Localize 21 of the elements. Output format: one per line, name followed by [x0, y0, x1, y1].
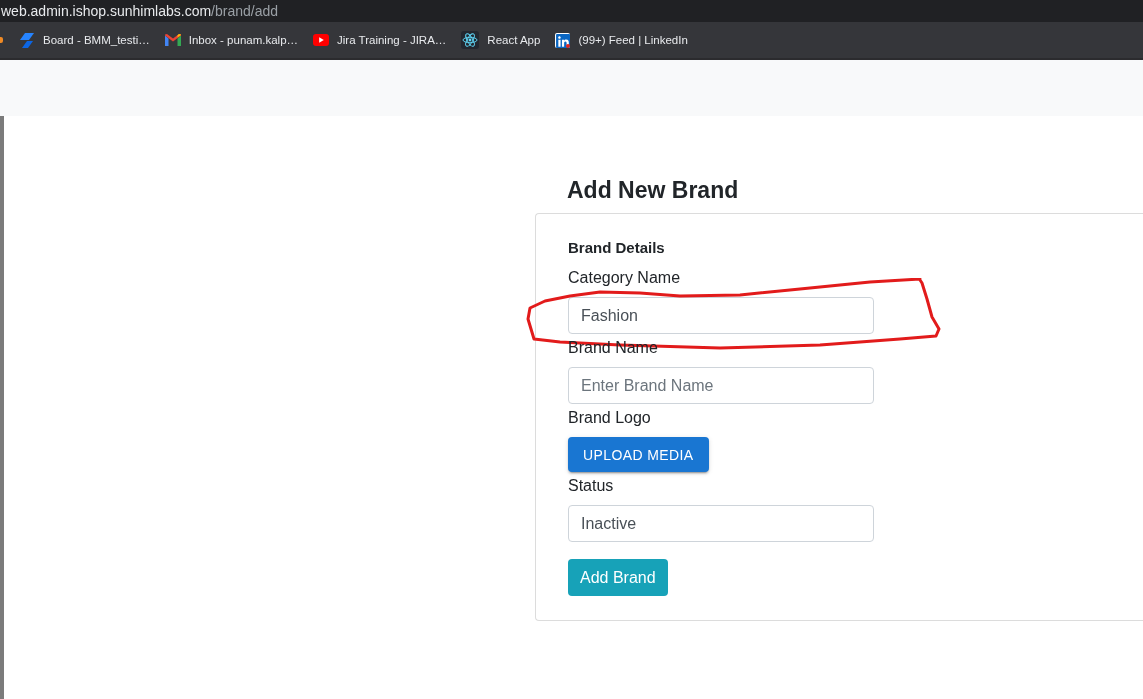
bookmark-link[interactable]: React App: [461, 27, 541, 53]
input-field[interactable]: Fashion: [568, 297, 874, 334]
bookmark-link[interactable]: Jira Training - JIRA…: [313, 27, 447, 53]
in-logo-icon: [555, 32, 571, 48]
field-label: Status: [568, 476, 614, 496]
atom-icon: [461, 31, 480, 49]
mail-icon: [164, 34, 181, 46]
field-label: Brand Logo: [568, 408, 651, 428]
upload-media-button[interactable]: UPLOAD MEDIA: [568, 437, 709, 472]
slanted-bars-icon: [19, 32, 35, 48]
section-title: Brand Details: [568, 238, 665, 258]
bookmark-link[interactable]: (99+) Feed | LinkedIn: [555, 27, 688, 53]
input-field[interactable]: Enter Brand Name: [568, 367, 874, 404]
bookmark-link[interactable]: Board - BMM_testi…: [19, 27, 150, 53]
page-title: Add New Brand: [567, 176, 739, 205]
cut-off-icon: [0, 37, 3, 43]
url-text[interactable]: web.admin.ishop.sunhimlabs.com/brand/add: [1, 2, 279, 20]
bookmark-link[interactable]: Inbox - punam.kalp…: [164, 27, 299, 53]
field-label: Category Name: [568, 268, 681, 288]
input-field[interactable]: Inactive: [568, 505, 874, 542]
play-icon: [313, 34, 330, 46]
